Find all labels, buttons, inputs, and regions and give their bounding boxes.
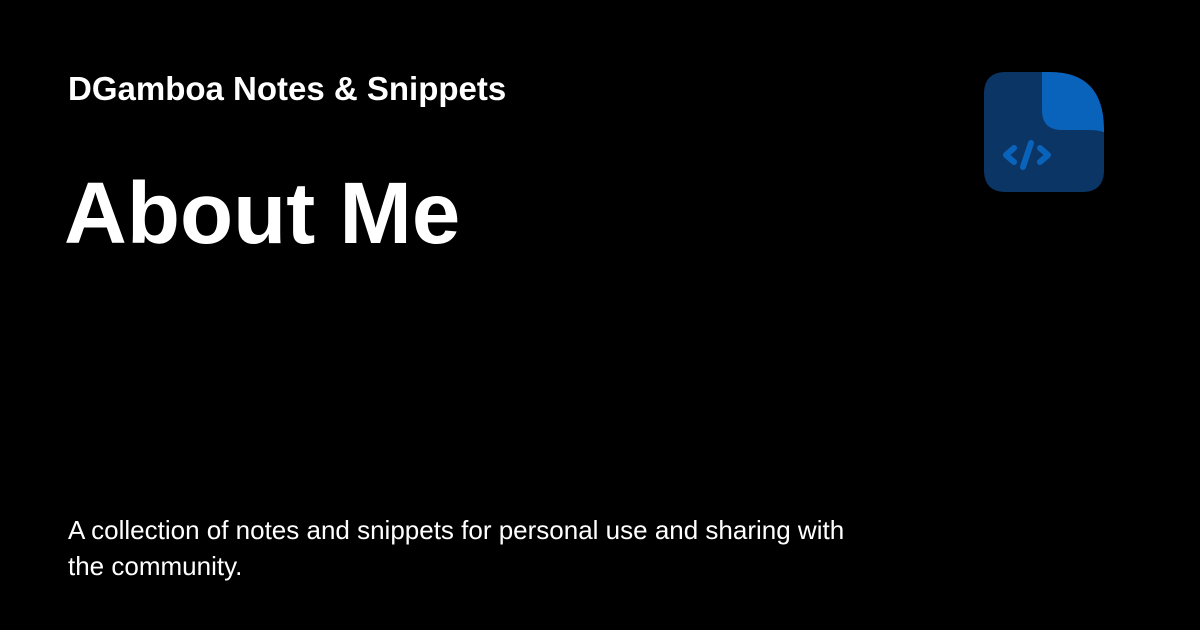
site-name: DGamboa Notes & Snippets <box>68 70 507 107</box>
page-title: About Me <box>64 165 461 262</box>
page-description: A collection of notes and snippets for p… <box>68 515 845 581</box>
social-card: DGamboa Notes & Snippets About Me A coll… <box>0 0 1200 630</box>
code-file-icon <box>984 72 1104 192</box>
site-logo <box>984 72 1104 192</box>
file-fold-shape <box>1042 72 1104 134</box>
